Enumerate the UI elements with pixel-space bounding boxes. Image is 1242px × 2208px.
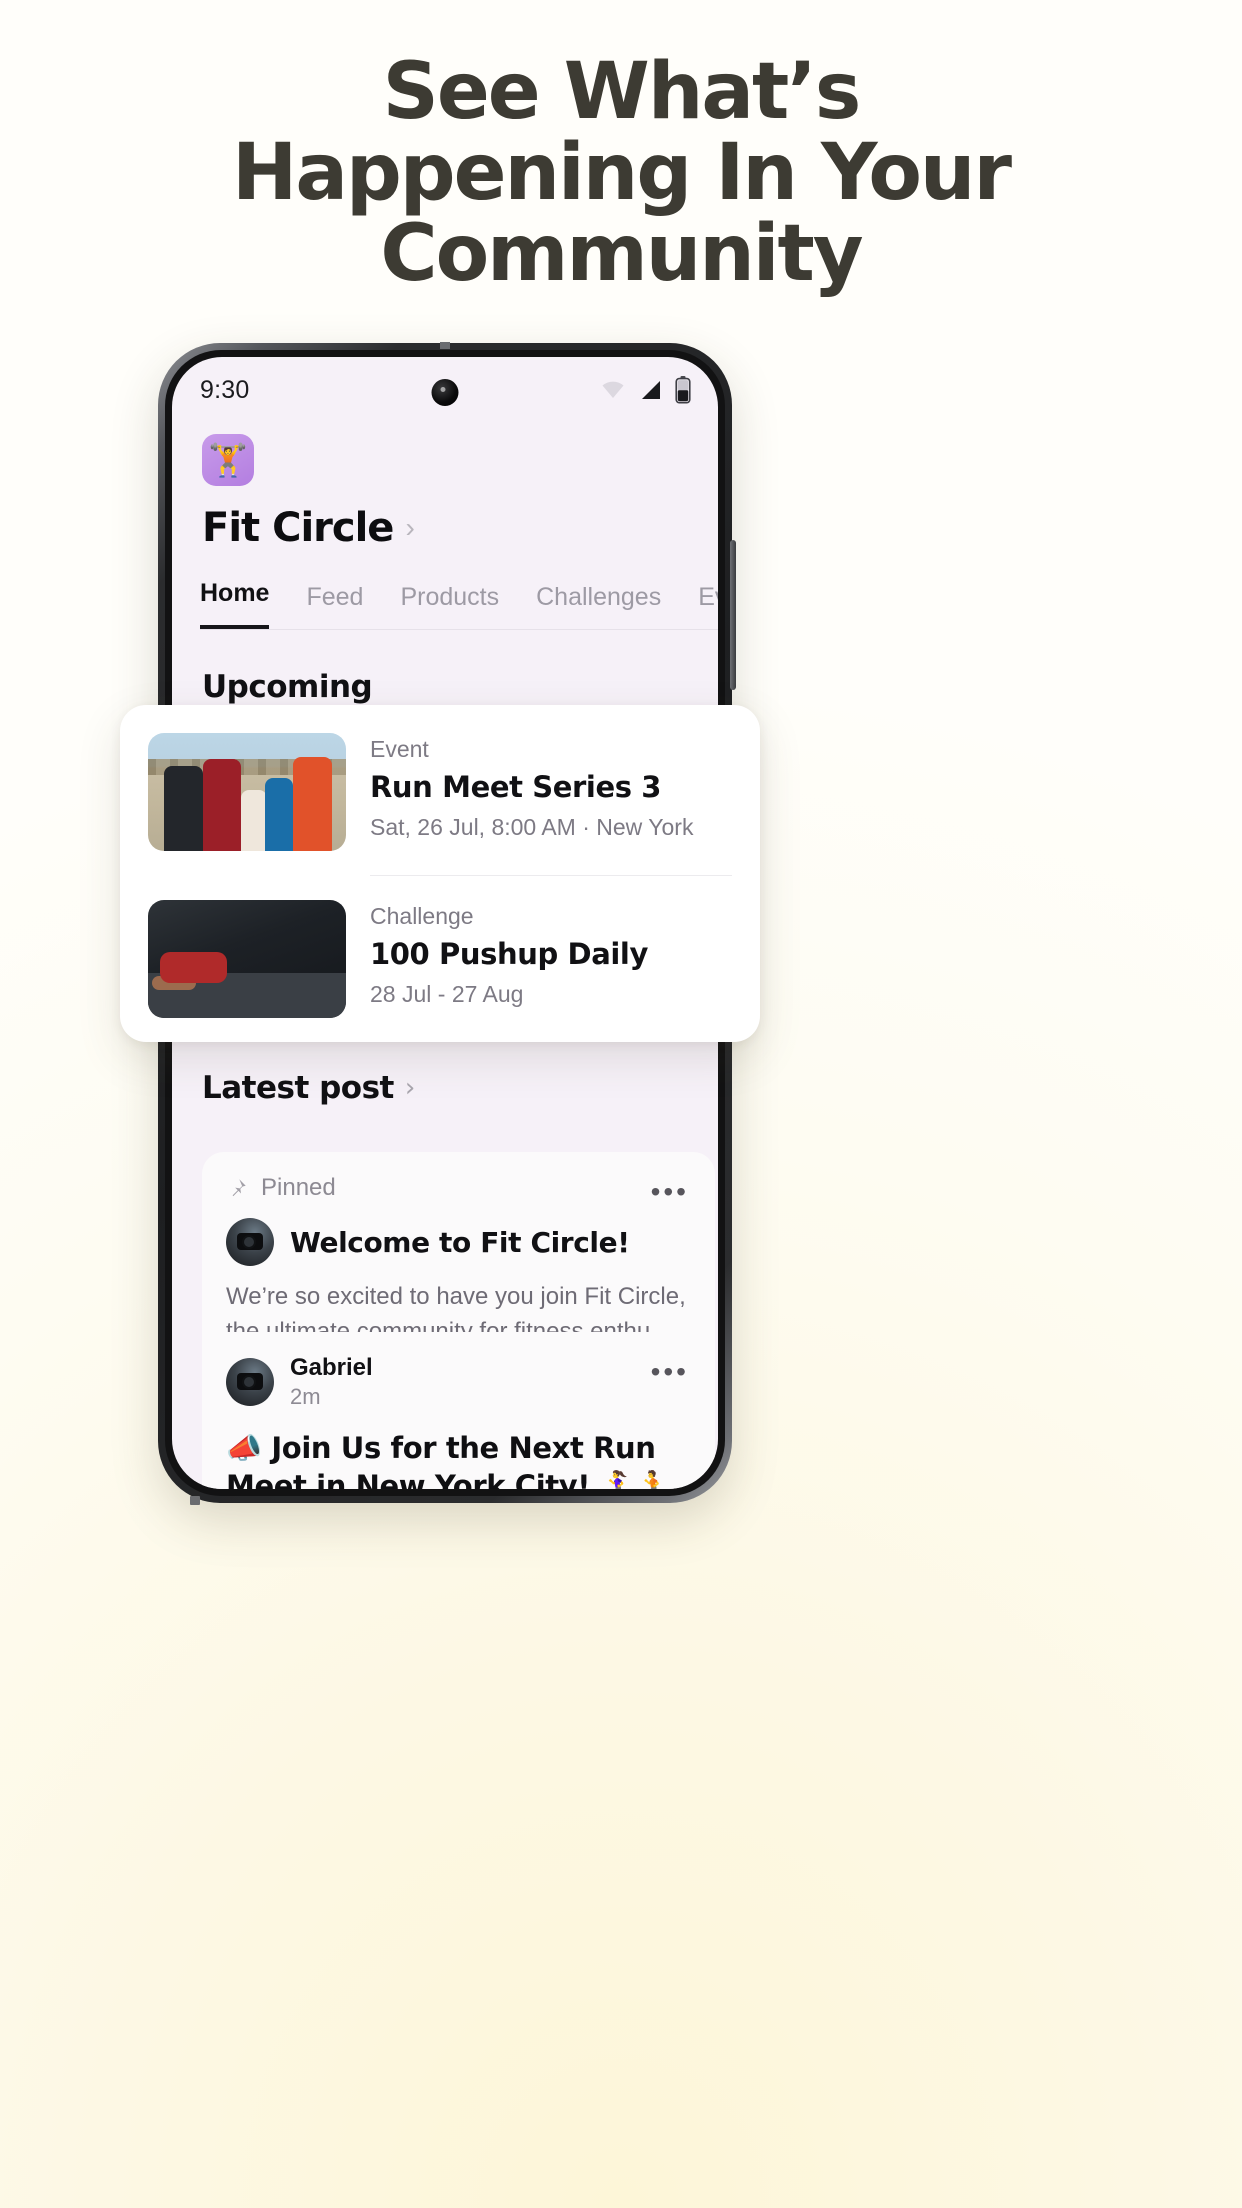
tab-products[interactable]: Products (400, 583, 499, 629)
chevron-right-icon: › (405, 512, 415, 543)
section-title-upcoming: Upcoming (202, 669, 373, 705)
pushup-gym-photo (148, 900, 346, 1018)
card-divider (370, 875, 732, 876)
app-logo-icon[interactable]: 🏋 (202, 434, 254, 486)
page-headline: See What’s Happening In Your Community (0, 47, 1242, 300)
event-details: Event Run Meet Series 3 Sat, 26 Jul, 8:0… (370, 733, 732, 841)
community-title-row[interactable]: Fit Circle › (202, 505, 415, 551)
challenge-title: 100 Pushup Daily (370, 937, 648, 971)
challenge-thumbnail (148, 900, 346, 1018)
community-title: Fit Circle (202, 505, 394, 551)
upcoming-item-event[interactable]: Event Run Meet Series 3 Sat, 26 Jul, 8:0… (148, 733, 732, 851)
avatar[interactable] (226, 1218, 274, 1266)
tab-events[interactable]: Events (698, 583, 718, 629)
upcoming-item-challenge[interactable]: Challenge 100 Pushup Daily 28 Jul - 27 A… (148, 900, 732, 1018)
post-header: Welcome to Fit Circle! (226, 1218, 691, 1266)
post-card-gabriel[interactable]: ••• Gabriel 2m 📣 Join Us for the Next Ru… (202, 1332, 715, 1489)
phone-antenna-line (440, 342, 450, 349)
status-icons (598, 376, 692, 404)
wifi-icon (602, 381, 624, 398)
battery-icon (675, 376, 691, 404)
phone-power-button[interactable] (730, 540, 736, 690)
tab-feed[interactable]: Feed (306, 583, 363, 629)
post-author-name: Gabriel (290, 1354, 373, 1381)
post-timestamp: 2m (290, 1384, 321, 1409)
headline-line-1: See What’s (382, 47, 862, 137)
tab-challenges[interactable]: Challenges (536, 583, 661, 629)
app-logo-emoji: 🏋 (208, 442, 248, 478)
camera-punch-hole (431, 379, 459, 406)
tab-bar: Home Feed Products Challenges Events (200, 579, 718, 630)
event-thumbnail (148, 733, 346, 851)
post-heading: 📣 Join Us for the Next Run Meet in New Y… (226, 1431, 672, 1489)
status-time: 9:30 (200, 375, 250, 404)
tab-home[interactable]: Home (200, 579, 270, 629)
post-options-icon[interactable]: ••• (651, 1358, 689, 1386)
headline-line-2: Happening In Your (232, 128, 1012, 219)
avatar[interactable] (226, 1358, 274, 1406)
phone-antenna-line-bottom (190, 1496, 200, 1505)
post-title: Welcome to Fit Circle! (290, 1225, 630, 1259)
cellular-signal-icon (642, 381, 660, 399)
pin-icon (232, 1179, 246, 1197)
headline-line-3: Community (380, 209, 863, 300)
event-title: Run Meet Series 3 (370, 770, 662, 804)
chevron-right-icon: › (404, 1073, 415, 1103)
event-meta: Sat, 26 Jul, 8:00 AM · New York (370, 814, 694, 840)
upcoming-label: Upcoming (202, 669, 373, 705)
challenge-meta: 28 Jul - 27 Aug (370, 981, 524, 1007)
latest-post-label: Latest post (202, 1070, 394, 1106)
event-kicker: Event (370, 736, 429, 762)
post-options-icon[interactable]: ••• (651, 1178, 689, 1206)
pinned-label: Pinned (261, 1174, 336, 1201)
post-header: Gabriel 2m (226, 1354, 691, 1410)
upcoming-card: Event Run Meet Series 3 Sat, 26 Jul, 8:0… (120, 705, 760, 1042)
challenge-kicker: Challenge (370, 903, 474, 929)
runners-photo (148, 733, 346, 851)
challenge-details: Challenge 100 Pushup Daily 28 Jul - 27 A… (370, 900, 732, 1008)
pinned-row: Pinned (226, 1174, 691, 1202)
section-title-latest-post[interactable]: Latest post › (202, 1070, 415, 1106)
